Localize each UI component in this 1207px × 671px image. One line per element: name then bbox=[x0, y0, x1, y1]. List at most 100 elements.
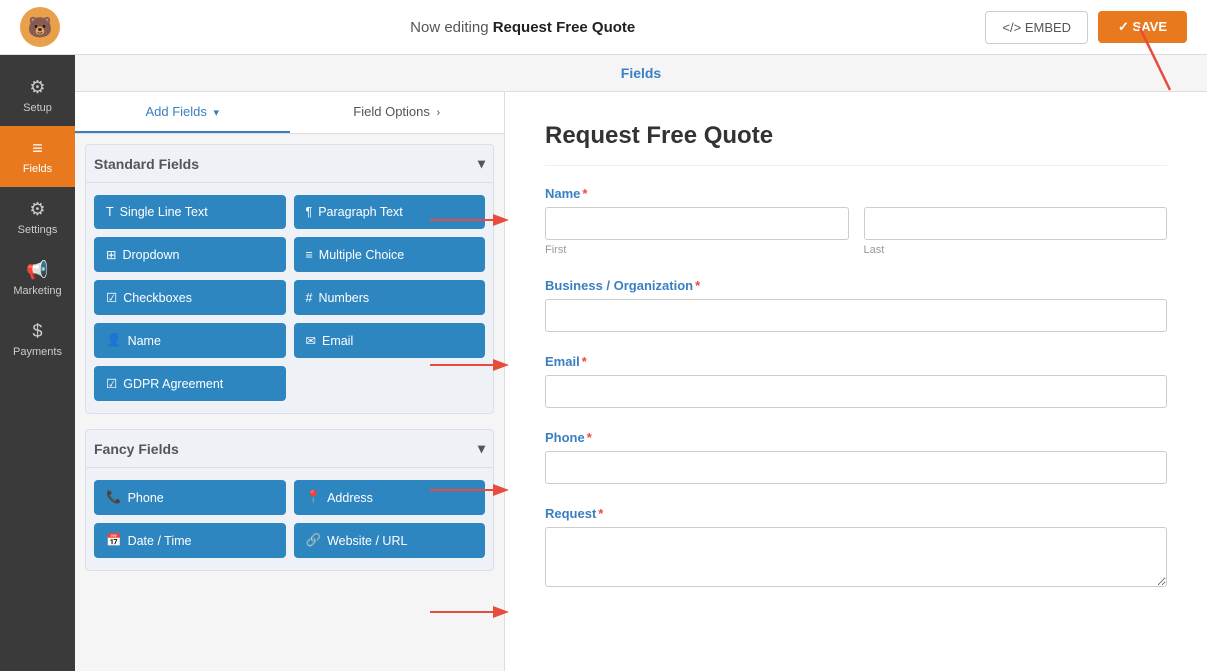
phone-field-label: Phone* bbox=[545, 430, 1167, 445]
phone-button[interactable]: 📞 Phone bbox=[94, 480, 286, 515]
panel-tabs: Add Fields ▾ Field Options › bbox=[75, 92, 504, 134]
website-url-icon: 🔗 bbox=[306, 533, 322, 548]
email-required: * bbox=[582, 354, 587, 369]
request-field-label: Request* bbox=[545, 506, 1167, 521]
sidebar-item-fields[interactable]: ≡ Fields bbox=[0, 126, 75, 187]
save-button[interactable]: ✓ SAVE bbox=[1098, 11, 1187, 43]
fancy-section-collapse-icon: ▾ bbox=[478, 440, 485, 457]
single-line-text-button[interactable]: T Single Line Text bbox=[94, 195, 286, 229]
multiple-choice-button[interactable]: ≡ Multiple Choice bbox=[294, 237, 486, 272]
phone-label: Phone bbox=[128, 491, 164, 505]
numbers-button[interactable]: # Numbers bbox=[294, 280, 486, 315]
address-button[interactable]: 📍 Address bbox=[294, 480, 486, 515]
sidebar-item-setup[interactable]: ⚙ Setup bbox=[0, 65, 75, 126]
fields-icon: ≡ bbox=[32, 138, 43, 159]
sidebar-item-settings[interactable]: ⚙ Settings bbox=[0, 187, 75, 248]
first-label: First bbox=[545, 244, 849, 256]
standard-fields-title: Standard Fields bbox=[94, 156, 199, 172]
fancy-fields-header[interactable]: Fancy Fields ▾ bbox=[85, 429, 494, 468]
request-textarea[interactable] bbox=[545, 527, 1167, 587]
name-row: First Last bbox=[545, 207, 1167, 256]
website-url-button[interactable]: 🔗 Website / URL bbox=[294, 523, 486, 558]
embed-button[interactable]: </> EMBED bbox=[985, 11, 1088, 44]
business-field: Business / Organization* bbox=[545, 278, 1167, 332]
settings-icon: ⚙ bbox=[29, 199, 45, 220]
last-label: Last bbox=[864, 244, 1168, 256]
left-panel: Add Fields ▾ Field Options › Standard Fi… bbox=[75, 92, 505, 671]
sidebar-item-fields-label: Fields bbox=[23, 163, 52, 175]
content-area: Fields Add Fields ▾ Field Options › bbox=[75, 55, 1207, 671]
name-button[interactable]: 👤 Name bbox=[94, 323, 286, 358]
business-required: * bbox=[695, 278, 700, 293]
sidebar-item-payments[interactable]: $ Payments bbox=[0, 309, 75, 370]
phone-field: Phone* bbox=[545, 430, 1167, 484]
marketing-icon: 📢 bbox=[26, 260, 48, 281]
request-required: * bbox=[598, 506, 603, 521]
gdpr-label: GDPR Agreement bbox=[123, 377, 223, 391]
paragraph-text-label: Paragraph Text bbox=[318, 205, 403, 219]
right-panel: Request Free Quote Name* First Last bbox=[505, 92, 1207, 671]
payments-icon: $ bbox=[32, 321, 42, 342]
first-name-sub: First bbox=[545, 207, 849, 256]
email-input[interactable] bbox=[545, 375, 1167, 408]
sidebar-item-setup-label: Setup bbox=[23, 102, 52, 114]
numbers-icon: # bbox=[306, 291, 313, 305]
chevron-right-icon: › bbox=[437, 107, 441, 119]
dropdown-icon: ⊞ bbox=[106, 247, 116, 262]
gdpr-icon: ☑ bbox=[106, 376, 117, 391]
single-line-text-icon: T bbox=[106, 205, 114, 219]
sidebar-item-settings-label: Settings bbox=[18, 224, 58, 236]
name-field: Name* First Last bbox=[545, 186, 1167, 256]
chevron-down-icon: ▾ bbox=[214, 107, 220, 119]
sidebar-item-payments-label: Payments bbox=[13, 346, 62, 358]
request-field: Request* bbox=[545, 506, 1167, 590]
name-field-label: Name* bbox=[545, 186, 1167, 201]
fields-list: Standard Fields ▾ T Single Line Text ¶ P… bbox=[75, 134, 504, 671]
fancy-fields-grid: 📞 Phone 📍 Address 📅 Date / Time 🔗 bbox=[85, 468, 494, 571]
sidebar-item-marketing[interactable]: 📢 Marketing bbox=[0, 248, 75, 309]
editing-title: Now editing Request Free Quote bbox=[410, 19, 635, 36]
dropdown-label: Dropdown bbox=[122, 248, 179, 262]
setup-icon: ⚙ bbox=[29, 77, 45, 98]
phone-icon: 📞 bbox=[106, 490, 122, 505]
topbar: 🐻 Now editing Request Free Quote </> EMB… bbox=[0, 0, 1207, 55]
field-options-label: Field Options bbox=[353, 104, 430, 119]
first-name-input[interactable] bbox=[545, 207, 849, 240]
multiple-choice-icon: ≡ bbox=[306, 248, 313, 262]
last-name-input[interactable] bbox=[864, 207, 1168, 240]
address-icon: 📍 bbox=[306, 490, 322, 505]
address-label: Address bbox=[327, 491, 373, 505]
checkboxes-label: Checkboxes bbox=[123, 291, 192, 305]
tab-field-options[interactable]: Field Options › bbox=[290, 92, 505, 133]
gdpr-agreement-button[interactable]: ☑ GDPR Agreement bbox=[94, 366, 286, 401]
fields-tabbar: Fields bbox=[75, 55, 1207, 92]
paragraph-text-button[interactable]: ¶ Paragraph Text bbox=[294, 195, 486, 229]
email-button[interactable]: ✉ Email bbox=[294, 323, 486, 358]
business-input[interactable] bbox=[545, 299, 1167, 332]
website-url-label: Website / URL bbox=[327, 534, 407, 548]
email-label: Email bbox=[322, 334, 353, 348]
name-icon: 👤 bbox=[106, 333, 122, 348]
name-required: * bbox=[582, 186, 587, 201]
bear-icon: 🐻 bbox=[20, 7, 60, 47]
standard-fields-grid: T Single Line Text ¶ Paragraph Text ⊞ Dr… bbox=[85, 183, 494, 414]
logo: 🐻 bbox=[20, 7, 60, 47]
paragraph-text-icon: ¶ bbox=[306, 205, 313, 219]
fancy-fields-title: Fancy Fields bbox=[94, 441, 179, 457]
numbers-label: Numbers bbox=[318, 291, 369, 305]
sidebar: ⚙ Setup ≡ Fields ⚙ Settings 📢 Marketing … bbox=[0, 55, 75, 671]
multiple-choice-label: Multiple Choice bbox=[319, 248, 404, 262]
standard-fields-header[interactable]: Standard Fields ▾ bbox=[85, 144, 494, 183]
add-fields-label: Add Fields bbox=[145, 104, 206, 119]
form-title: Request Free Quote bbox=[545, 122, 1167, 166]
date-time-button[interactable]: 📅 Date / Time bbox=[94, 523, 286, 558]
email-field: Email* bbox=[545, 354, 1167, 408]
checkboxes-button[interactable]: ☑ Checkboxes bbox=[94, 280, 286, 315]
tab-add-fields[interactable]: Add Fields ▾ bbox=[75, 92, 290, 133]
phone-input[interactable] bbox=[545, 451, 1167, 484]
date-time-label: Date / Time bbox=[128, 534, 192, 548]
checkboxes-icon: ☑ bbox=[106, 290, 117, 305]
dropdown-button[interactable]: ⊞ Dropdown bbox=[94, 237, 286, 272]
single-line-text-label: Single Line Text bbox=[120, 205, 208, 219]
date-time-icon: 📅 bbox=[106, 533, 122, 548]
